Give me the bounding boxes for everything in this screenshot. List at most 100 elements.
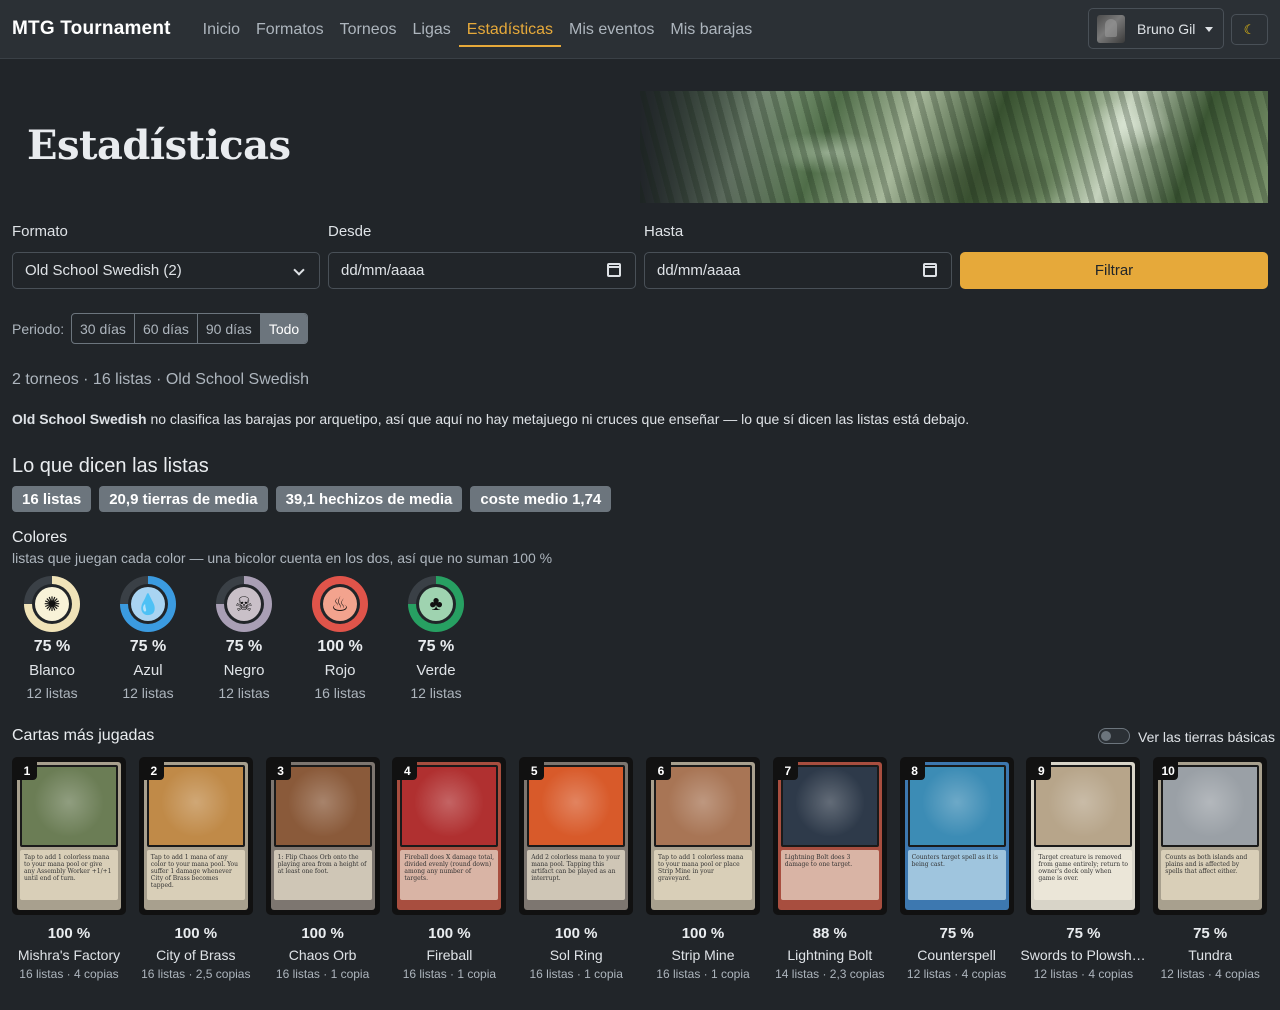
period-option-2[interactable]: 90 días (198, 314, 261, 343)
card-usage: 14 listas · 2,3 copias (775, 967, 885, 981)
card-stats: 75 % Swords to Plowshares 12 listas · 4 co… (1020, 925, 1146, 981)
nav-link-4[interactable]: Estadísticas (458, 3, 562, 56)
card-image[interactable]: Counts as both islands and plains and is… (1153, 757, 1268, 915)
card-name[interactable]: City of Brass (133, 947, 259, 963)
period-label: Periodo: (12, 321, 65, 337)
card-name[interactable]: Counterspell (894, 947, 1020, 963)
card-image[interactable]: Fireball does X damage total, divided ev… (392, 757, 507, 915)
nav-link-2[interactable]: Torneos (332, 3, 405, 56)
basic-lands-toggle-label[interactable]: Ver las tierras básicas (1138, 729, 1275, 745)
card-stats: 100 % Mishra's Factory 16 listas · 4 copia… (6, 925, 132, 981)
card-name[interactable]: Lightning Bolt (767, 947, 893, 963)
nav-link-6[interactable]: Mis barajas (662, 3, 760, 56)
format-select[interactable]: Old School Swedish (2) (12, 252, 320, 289)
color-list-count: 12 listas (26, 685, 78, 701)
card-name[interactable]: Swords to Plowshares (1020, 947, 1146, 963)
card-usage: 16 listas · 1 copia (402, 967, 497, 981)
color-donut: ✺ (24, 576, 80, 632)
card-stats: 75 % Tundra 12 listas · 4 copias (1147, 925, 1273, 981)
theme-toggle-button[interactable]: ☾ (1231, 14, 1268, 45)
fire-icon: ♨ (323, 587, 357, 621)
color-name: Negro (223, 662, 265, 679)
nav-link-3[interactable]: Ligas (405, 3, 459, 56)
stat-pill: coste medio 1,74 (470, 486, 612, 512)
from-date-input[interactable]: dd/mm/aaaa (328, 252, 636, 289)
card-image[interactable]: Target creature is removed from game ent… (1026, 757, 1141, 915)
basic-lands-toggle[interactable] (1098, 728, 1130, 744)
colors-title: Colores (12, 529, 68, 546)
card-image[interactable]: Tap to add 1 colorless mana to your mana… (12, 757, 126, 915)
card-stats: 75 % Counterspell 12 listas · 4 copias (894, 925, 1020, 981)
color-stat: ♨ 100 % Rojo 16 listas (300, 576, 380, 701)
color-percentage: 75 % (129, 638, 167, 655)
card-percentage: 75 % (939, 925, 974, 942)
card-name[interactable]: Chaos Orb (260, 947, 386, 963)
card-rank-badge: 8 (904, 762, 925, 780)
card-percentage: 100 % (301, 925, 344, 942)
card-usage: 16 listas · 4 copias (19, 967, 119, 981)
card-image[interactable]: Tap to add 1 colorless mana to your mana… (646, 757, 760, 915)
card-rank-badge: 2 (143, 762, 164, 780)
brand-logo[interactable]: MTG Tournament (12, 18, 171, 40)
hero-banner-image (640, 91, 1268, 203)
color-stat: ☠ 75 % Negro 12 listas (204, 576, 284, 701)
color-list-count: 16 listas (314, 685, 366, 701)
card-rank-badge: 5 (524, 762, 545, 780)
card-image[interactable]: Lightning Bolt does 3 damage to one targ… (772, 757, 887, 915)
card-stats: 100 % Sol Ring 16 listas · 1 copia (513, 925, 639, 981)
color-donut: 💧 (120, 576, 176, 632)
stat-pill: 39,1 hechizos de media (275, 486, 463, 512)
card-image[interactable]: 1: Flip Chaos Orb onto the playing area … (265, 757, 380, 915)
color-name: Verde (416, 662, 456, 679)
card-name[interactable]: Mishra's Factory (6, 947, 132, 963)
color-stat: ♣ 75 % Verde 12 listas (396, 576, 476, 701)
format-label: Formato (12, 223, 68, 240)
color-donut: ☠ (216, 576, 272, 632)
card-usage: 12 listas · 4 copias (1160, 967, 1260, 981)
period-option-0[interactable]: 30 días (72, 314, 135, 343)
card-percentage: 100 % (47, 925, 91, 942)
card-name[interactable]: Fireball (386, 947, 512, 963)
card-percentage: 100 % (428, 925, 471, 942)
color-name: Rojo (324, 662, 356, 679)
to-date-input[interactable]: dd/mm/aaaa (644, 252, 952, 289)
from-date-placeholder: dd/mm/aaaa (341, 262, 425, 279)
card-image[interactable]: Counters target spell as it is being cas… (899, 757, 1014, 915)
nav-link-0[interactable]: Inicio (195, 3, 248, 56)
color-percentage: 75 % (225, 638, 263, 655)
user-menu-button[interactable]: Bruno Gil (1088, 8, 1224, 49)
from-label: Desde (328, 223, 372, 240)
color-name: Azul (133, 662, 163, 679)
color-percentage: 75 % (33, 638, 71, 655)
card-name[interactable]: Sol Ring (513, 947, 639, 963)
stats-pills: 16 listas 20,9 tierras de media 39,1 hechi… (12, 486, 612, 512)
color-list-count: 12 listas (122, 685, 174, 701)
card-rules-text: Lightning Bolt does 3 damage to one targ… (780, 850, 879, 900)
card-name[interactable]: Tundra (1147, 947, 1273, 963)
nav-link-5[interactable]: Mis eventos (561, 3, 662, 56)
card-rules-text: Tap to add 1 mana of any color to your m… (146, 850, 245, 900)
card-percentage: 75 % (1193, 925, 1228, 942)
color-list-count: 12 listas (218, 685, 270, 701)
card-rank-badge: 9 (1031, 762, 1052, 780)
card-usage: 16 listas · 1 copia (275, 967, 370, 981)
card-name[interactable]: Strip Mine (640, 947, 766, 963)
card-usage: 12 listas · 4 copias (906, 967, 1007, 981)
card-image[interactable]: Add 2 colorless mana to your mana pool. … (519, 757, 634, 915)
lists-section-title: Lo que dicen las listas (12, 455, 209, 477)
period-option-1[interactable]: 60 días (135, 314, 198, 343)
nav-link-1[interactable]: Formatos (248, 3, 332, 56)
calendar-icon[interactable] (607, 263, 621, 277)
card-rank-badge: 10 (1158, 762, 1179, 780)
chevron-down-icon (293, 264, 305, 276)
period-option-3[interactable]: Todo (260, 314, 308, 343)
format-name: Old School Swedish (12, 411, 147, 427)
card-rank-badge: 4 (397, 762, 418, 780)
sun-icon: ✺ (35, 587, 69, 621)
card-image[interactable]: Tap to add 1 mana of any color to your m… (138, 757, 253, 915)
filter-button[interactable]: Filtrar (960, 252, 1268, 289)
calendar-icon[interactable] (923, 263, 937, 277)
card-usage: 16 listas · 2,5 copias (141, 967, 251, 981)
card-rules-text: Target creature is removed from game ent… (1034, 850, 1133, 900)
period-button-group: 30 días 60 días 90 días Todo (71, 313, 309, 344)
